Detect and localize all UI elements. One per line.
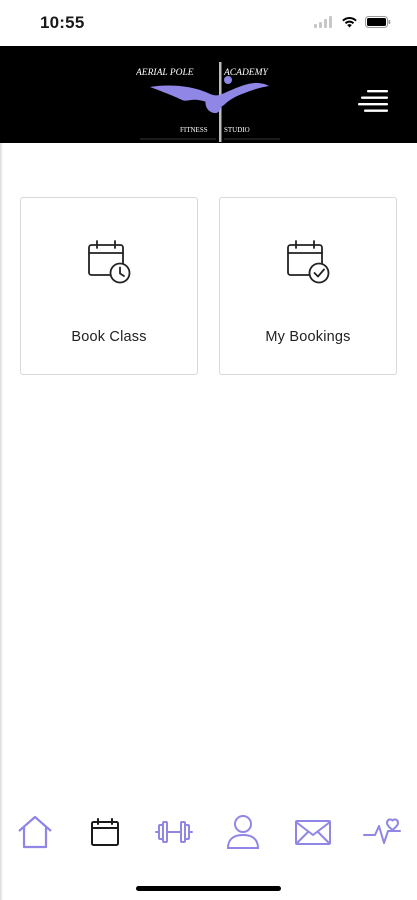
tab-calendar[interactable] (84, 812, 126, 856)
dumbbell-icon (154, 818, 194, 851)
studio-logo[interactable]: AERIAL POLE ACADEMY FITNESS STUDIO (135, 60, 284, 142)
my-bookings-label: My Bookings (265, 329, 351, 345)
side-edge (0, 143, 3, 900)
tab-messages[interactable] (291, 812, 335, 856)
wifi-icon (341, 15, 358, 33)
logo-text-studio: STUDIO (224, 126, 250, 134)
status-icons (314, 15, 391, 33)
logo-text-aerial-pole: AERIAL POLE (136, 68, 194, 78)
tab-health[interactable] (362, 812, 402, 856)
user-icon (226, 814, 260, 855)
book-class-label: Book Class (71, 329, 147, 345)
tab-fitness[interactable] (152, 812, 196, 856)
tab-profile[interactable] (222, 812, 264, 856)
app-header: AERIAL POLE ACADEMY FITNESS STUDIO (0, 46, 417, 143)
calendar-icon (89, 816, 121, 853)
envelope-icon (294, 818, 332, 851)
status-time: 10:55 (40, 13, 85, 32)
tab-home[interactable] (14, 812, 56, 856)
hamburger-menu-button[interactable] (357, 88, 389, 114)
book-class-tile[interactable]: Book Class (20, 197, 198, 375)
my-bookings-tile[interactable]: My Bookings (219, 197, 397, 375)
home-indicator[interactable] (136, 886, 281, 891)
calendar-clock-icon (85, 238, 135, 288)
signal-icon (314, 15, 334, 33)
home-icon (16, 814, 54, 855)
status-bar: 10:55 (0, 0, 417, 46)
logo-text-academy: ACADEMY (223, 68, 270, 78)
battery-icon (365, 15, 391, 33)
bottom-tab-bar (0, 812, 417, 858)
logo-text-fitness: FITNESS (180, 126, 208, 134)
calendar-check-icon (284, 238, 334, 288)
hamburger-menu-icon (357, 90, 389, 118)
heartbeat-icon (363, 816, 401, 853)
